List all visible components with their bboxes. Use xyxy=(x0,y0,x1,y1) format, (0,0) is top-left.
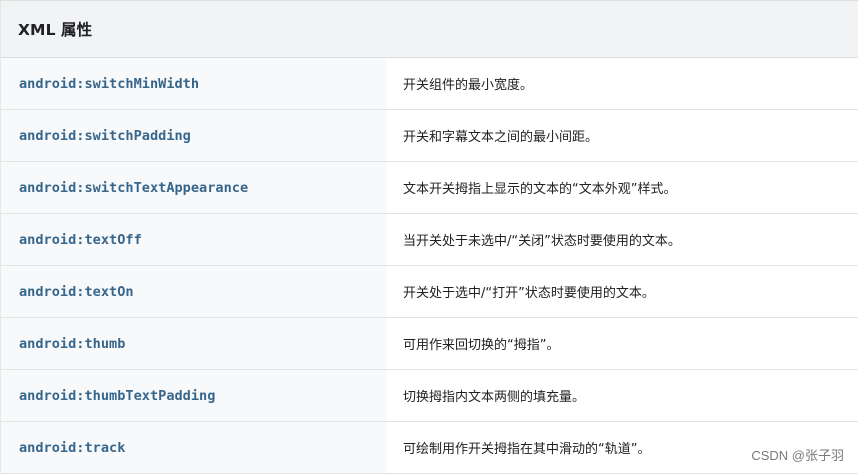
attribute-name-link[interactable]: android:track xyxy=(19,440,125,456)
description-cell: 切换拇指内文本两侧的填充量。 xyxy=(386,370,858,421)
description-cell: 当开关处于未选中/“关闭”状态时要使用的文本。 xyxy=(386,214,858,265)
description-cell: 可用作来回切换的“拇指”。 xyxy=(386,318,858,369)
attribute-cell: android:thumb xyxy=(1,318,386,369)
attribute-name-link[interactable]: android:switchMinWidth xyxy=(19,76,199,92)
attribute-description: 可绘制用作开关拇指在其中滑动的“轨道”。 xyxy=(403,442,651,457)
xml-attributes-table: XML 属性 android:switchMinWidth 开关组件的最小宽度。… xyxy=(0,0,858,474)
attribute-cell: android:thumbTextPadding xyxy=(1,370,386,421)
table-header: XML 属性 xyxy=(1,0,858,58)
attribute-description: 开关组件的最小宽度。 xyxy=(403,78,534,93)
attribute-description: 开关和字幕文本之间的最小间距。 xyxy=(403,130,599,145)
attribute-name-link[interactable]: android:thumbTextPadding xyxy=(19,388,215,404)
attribute-description: 文本开关拇指上显示的文本的“文本外观”样式。 xyxy=(403,182,677,197)
table-row: android:thumb 可用作来回切换的“拇指”。 xyxy=(1,318,858,370)
description-cell: 开关组件的最小宽度。 xyxy=(386,58,858,109)
attribute-cell: android:textOff xyxy=(1,214,386,265)
table-row: android:switchPadding 开关和字幕文本之间的最小间距。 xyxy=(1,110,858,162)
attribute-name-link[interactable]: android:thumb xyxy=(19,336,125,352)
attribute-description: 当开关处于未选中/“关闭”状态时要使用的文本。 xyxy=(403,234,681,249)
attribute-cell: android:switchPadding xyxy=(1,110,386,161)
attribute-description: 切换拇指内文本两侧的填充量。 xyxy=(403,390,586,405)
attribute-name-link[interactable]: android:textOff xyxy=(19,232,142,248)
table-body: android:switchMinWidth 开关组件的最小宽度。 androi… xyxy=(1,58,858,474)
table-row: android:switchTextAppearance 文本开关拇指上显示的文… xyxy=(1,162,858,214)
table-row: android:thumbTextPadding 切换拇指内文本两侧的填充量。 xyxy=(1,370,858,422)
description-cell: 开关处于选中/“打开”状态时要使用的文本。 xyxy=(386,266,858,317)
csdn-watermark: CSDN @张子羽 xyxy=(751,448,844,463)
table-row: android:textOn 开关处于选中/“打开”状态时要使用的文本。 xyxy=(1,266,858,318)
attribute-cell: android:switchTextAppearance xyxy=(1,162,386,213)
description-cell: 文本开关拇指上显示的文本的“文本外观”样式。 xyxy=(386,162,858,213)
table-row: android:textOff 当开关处于未选中/“关闭”状态时要使用的文本。 xyxy=(1,214,858,266)
attribute-name-link[interactable]: android:switchTextAppearance xyxy=(19,180,248,196)
table-header-title: XML 属性 xyxy=(18,21,93,39)
table-row: android:track 可绘制用作开关拇指在其中滑动的“轨道”。 xyxy=(1,422,858,474)
attribute-cell: android:switchMinWidth xyxy=(1,58,386,109)
description-cell: 开关和字幕文本之间的最小间距。 xyxy=(386,110,858,161)
attribute-cell: android:track xyxy=(1,422,386,473)
attribute-cell: android:textOn xyxy=(1,266,386,317)
attribute-name-link[interactable]: android:textOn xyxy=(19,284,134,300)
attribute-description: 开关处于选中/“打开”状态时要使用的文本。 xyxy=(403,286,655,301)
table-row: android:switchMinWidth 开关组件的最小宽度。 xyxy=(1,58,858,110)
attribute-description: 可用作来回切换的“拇指”。 xyxy=(403,338,560,353)
attribute-name-link[interactable]: android:switchPadding xyxy=(19,128,191,144)
